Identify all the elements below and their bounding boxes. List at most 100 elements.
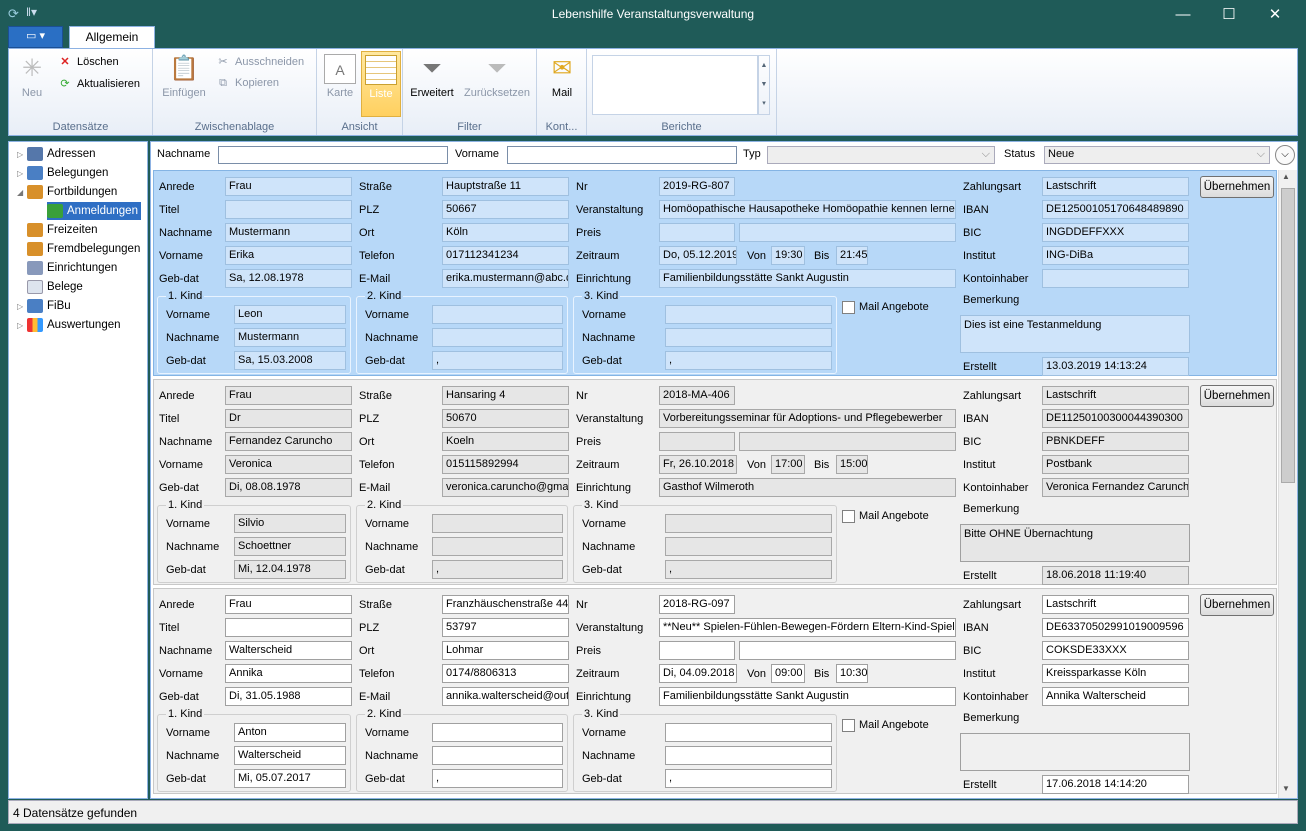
aktualisieren-button[interactable]: ⟳ Aktualisieren — [57, 77, 140, 95]
anrede-field[interactable]: Frau — [225, 595, 352, 614]
child-vorname-field[interactable] — [665, 514, 832, 533]
kontoinhaber-field[interactable]: Veronica Fernandez Caruncho — [1042, 478, 1189, 497]
ort-field[interactable]: Köln — [442, 223, 569, 242]
gebdat-field[interactable]: Di, 31.05.1988 — [225, 687, 352, 706]
gallery-scroll-icon[interactable]: ▲ ▼ ▾ — [758, 55, 770, 115]
sidebar-item-belege[interactable]: Belege — [27, 278, 83, 296]
titel-field[interactable] — [225, 618, 352, 637]
mail-angebote-checkbox[interactable] — [842, 301, 855, 314]
expand-icon[interactable]: ▷ — [17, 165, 27, 183]
expand-icon[interactable]: ▷ — [17, 317, 27, 335]
collapse-icon[interactable]: ◢ — [17, 184, 27, 202]
bemerkung-field[interactable] — [960, 733, 1190, 771]
preis-text-field[interactable] — [739, 432, 956, 451]
child-nachname-field[interactable] — [665, 328, 832, 347]
uebernehmen-button[interactable]: Übernehmen — [1200, 176, 1274, 198]
preis-text-field[interactable] — [739, 223, 956, 242]
erweitert-button[interactable]: ⏷ Erweitert — [407, 54, 457, 106]
sidebar-item-fremdbelegungen[interactable]: Fremdbelegungen — [27, 240, 140, 258]
child-vorname-field[interactable]: Anton — [234, 723, 346, 742]
child-gebdat-field[interactable]: Mi, 05.07.2017 — [234, 769, 346, 788]
uebernehmen-button[interactable]: Übernehmen — [1200, 385, 1274, 407]
von-field[interactable]: 09:00 — [771, 664, 805, 683]
preis-field[interactable] — [659, 432, 735, 451]
telefon-field[interactable]: 015115892994 — [442, 455, 569, 474]
child-nachname-field[interactable]: Walterscheid — [234, 746, 346, 765]
strasse-field[interactable]: Hansaring 4 — [442, 386, 569, 405]
datum-field[interactable]: Do, 05.12.2019 — [659, 246, 737, 265]
mail-angebote-checkbox[interactable] — [842, 719, 855, 732]
child-vorname-field[interactable] — [432, 723, 563, 742]
institut-field[interactable]: Postbank — [1042, 455, 1189, 474]
preis-field[interactable] — [659, 641, 735, 660]
sidebar-item-freizeiten[interactable]: Freizeiten — [27, 221, 98, 239]
child-nachname-field[interactable] — [665, 746, 832, 765]
datum-field[interactable]: Fr, 26.10.2018 — [659, 455, 737, 474]
sidebar-item-fibu[interactable]: ▷ FiBu — [17, 297, 71, 315]
child-nachname-field[interactable]: Mustermann — [234, 328, 346, 347]
iban-field[interactable]: DE63370502991019009596 — [1042, 618, 1189, 637]
expand-icon[interactable]: ▷ — [17, 298, 27, 316]
bemerkung-field[interactable]: Dies ist eine Testanmeldung — [960, 315, 1190, 353]
nachname-field[interactable]: Walterscheid — [225, 641, 352, 660]
filter-typ-select[interactable]: ⌵ — [767, 146, 995, 164]
nr-field[interactable]: 2018-MA-406 — [659, 386, 735, 405]
email-field[interactable]: veronica.caruncho@gmail.com — [442, 478, 569, 497]
record-card[interactable]: Anrede Frau Titel Nachname Mustermann Vorname… — [153, 170, 1277, 376]
einrichtung-field[interactable]: Gasthof Wilmeroth — [659, 478, 956, 497]
child-nachname-field[interactable] — [432, 537, 563, 556]
iban-field[interactable]: DE12500105170648489890 — [1042, 200, 1189, 219]
zahlungsart-field[interactable]: Lastschrift — [1042, 595, 1189, 614]
child-gebdat-field[interactable]: , — [665, 560, 832, 579]
child-vorname-field[interactable] — [432, 514, 563, 533]
bic-field[interactable]: PBNKDEFF — [1042, 432, 1189, 451]
child-gebdat-field[interactable]: , — [432, 769, 563, 788]
expand-icon[interactable]: ▷ — [17, 146, 27, 164]
filter-vorname-input[interactable] — [507, 146, 737, 164]
sidebar-item-anmeldungen[interactable]: Anmeldungen — [47, 202, 141, 220]
child-vorname-field[interactable]: Leon — [234, 305, 346, 324]
strasse-field[interactable]: Franzhäuschenstraße 44 — [442, 595, 569, 614]
email-field[interactable]: annika.walterscheid@outlook.de — [442, 687, 569, 706]
child-nachname-field[interactable] — [665, 537, 832, 556]
child-nachname-field[interactable] — [432, 328, 563, 347]
berichte-gallery[interactable] — [592, 55, 758, 115]
nachname-field[interactable]: Mustermann — [225, 223, 352, 242]
sidebar-item-adressen[interactable]: ▷ Adressen — [17, 145, 96, 163]
liste-button[interactable]: Liste — [361, 51, 401, 117]
institut-field[interactable]: Kreissparkasse Köln — [1042, 664, 1189, 683]
child-gebdat-field[interactable]: , — [432, 351, 563, 370]
erstellt-field[interactable]: 18.06.2018 11:19:40 — [1042, 566, 1189, 585]
email-field[interactable]: erika.mustermann@abc.de — [442, 269, 569, 288]
plz-field[interactable]: 50667 — [442, 200, 569, 219]
veranstaltung-field[interactable]: **Neu** Spielen-Fühlen-Bewegen-Fördern E… — [659, 618, 956, 637]
nr-field[interactable]: 2018-RG-097 — [659, 595, 735, 614]
sidebar-item-einrichtungen[interactable]: Einrichtungen — [27, 259, 117, 277]
child-gebdat-field[interactable]: Mi, 12.04.1978 — [234, 560, 346, 579]
filter-nachname-input[interactable] — [218, 146, 448, 164]
einfuegen-button[interactable]: 📋 Einfügen — [159, 54, 209, 106]
anrede-field[interactable]: Frau — [225, 386, 352, 405]
neu-button[interactable]: ✳ Neu — [15, 54, 49, 106]
strasse-field[interactable]: Hauptstraße 11 — [442, 177, 569, 196]
ort-field[interactable]: Lohmar — [442, 641, 569, 660]
von-field[interactable]: 19:30 — [771, 246, 805, 265]
bis-field[interactable]: 15:00 — [836, 455, 868, 474]
titel-field[interactable]: Dr — [225, 409, 352, 428]
institut-field[interactable]: ING-DiBa — [1042, 246, 1189, 265]
bis-field[interactable]: 10:30 — [836, 664, 868, 683]
nr-field[interactable]: 2019-RG-807 — [659, 177, 735, 196]
child-gebdat-field[interactable]: , — [665, 351, 832, 370]
bemerkung-field[interactable]: Bitte OHNE Übernachtung — [960, 524, 1190, 562]
mail-button[interactable]: ✉ Mail — [543, 54, 581, 106]
child-gebdat-field[interactable]: , — [665, 769, 832, 788]
uebernehmen-button[interactable]: Übernehmen — [1200, 594, 1274, 616]
datum-field[interactable]: Di, 04.09.2018 — [659, 664, 737, 683]
preis-text-field[interactable] — [739, 641, 956, 660]
zahlungsart-field[interactable]: Lastschrift — [1042, 177, 1189, 196]
ausschneiden-button[interactable]: ✂ Ausschneiden — [215, 55, 304, 73]
scroll-thumb[interactable] — [1281, 188, 1295, 483]
erstellt-field[interactable]: 13.03.2019 14:13:24 — [1042, 357, 1189, 376]
sidebar-item-belegungen[interactable]: ▷ Belegungen — [17, 164, 108, 182]
telefon-field[interactable]: 0174/8806313 — [442, 664, 569, 683]
